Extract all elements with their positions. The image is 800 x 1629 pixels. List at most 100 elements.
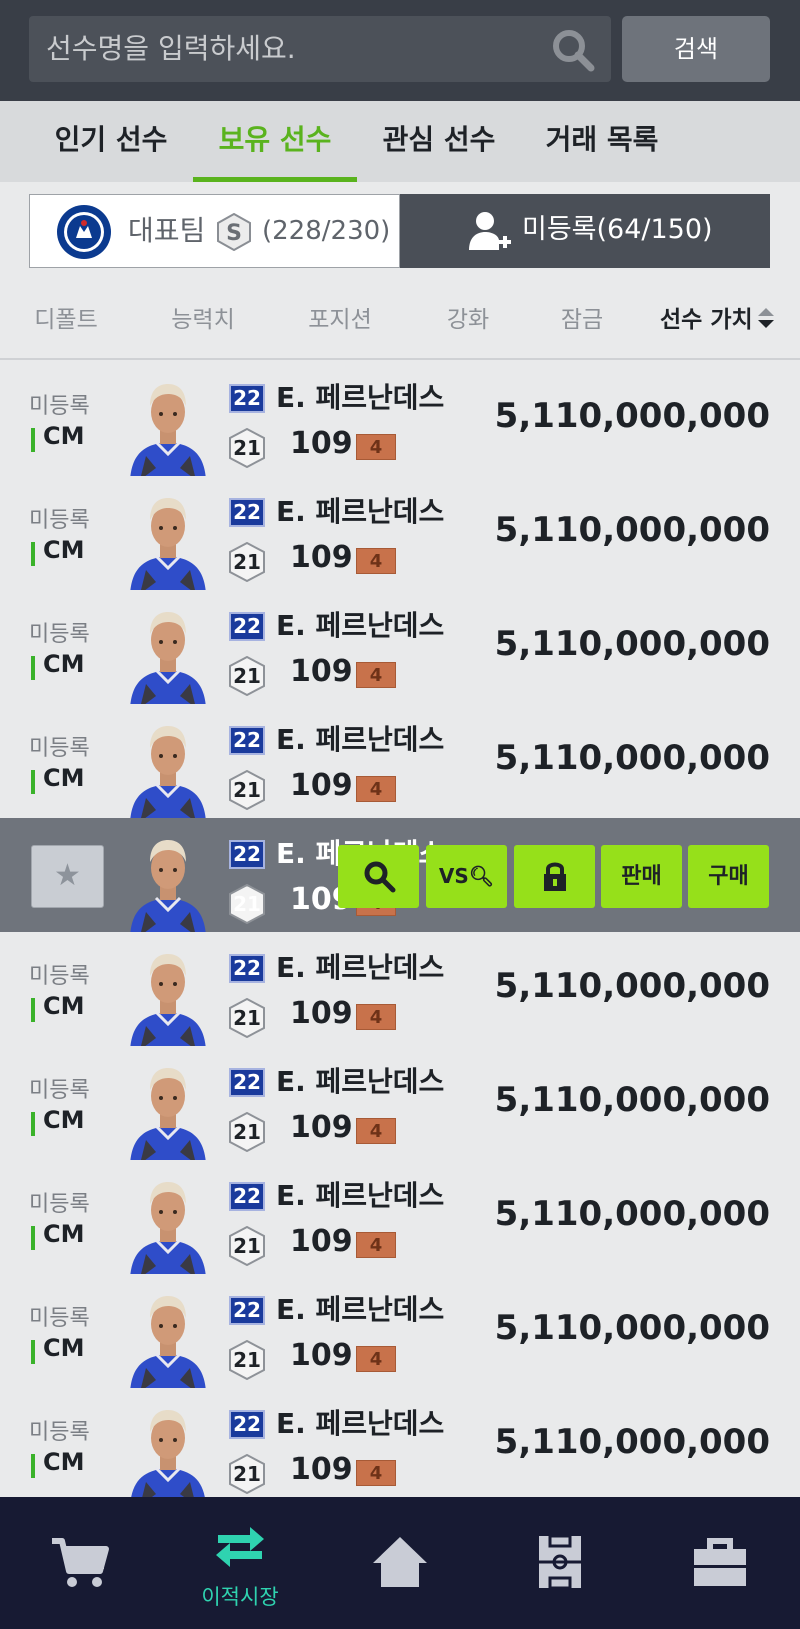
sort-ability[interactable]: 능력치 xyxy=(155,280,251,358)
player-name: E. 페르난데스 xyxy=(276,723,445,756)
player-row[interactable]: 미등록 CM 22 E. 페르난데스 21 109 4 5,110,000,000 xyxy=(0,1388,800,1497)
search-icon[interactable] xyxy=(550,27,596,73)
sort-default[interactable]: 디폴트 xyxy=(18,280,114,358)
player-portrait-container xyxy=(126,1288,210,1392)
upgrade-level-badge: 4 xyxy=(356,434,396,460)
sort-bar: 디폴트 능력치 포지션 강화 잠금 선수 가치 xyxy=(0,280,800,360)
grade-value: 21 xyxy=(233,1120,261,1144)
player-row[interactable]: 미등록 CM 22 E. 페르난데스 21 109 4 5,110,000,000 xyxy=(0,1274,800,1392)
nav-storage[interactable] xyxy=(640,1497,800,1629)
player-name: E. 페르난데스 xyxy=(276,495,445,528)
main-team-count: (228/230) xyxy=(262,216,391,246)
player-position: CM xyxy=(43,1220,85,1248)
player-portrait-container xyxy=(126,1174,210,1278)
field-icon xyxy=(539,1535,581,1589)
bottom-nav: 이적시장 xyxy=(0,1497,800,1629)
season-badge: 22 xyxy=(229,384,265,413)
sort-position[interactable]: 포지션 xyxy=(292,280,388,358)
player-row[interactable]: 미등록 CM 22 E. 페르난데스 21 109 4 5,110,000,000 xyxy=(0,932,800,1050)
player-value: 5,110,000,000 xyxy=(494,510,770,550)
search-bar: 검색 xyxy=(0,0,800,101)
player-portrait-container xyxy=(126,946,210,1050)
unregistered-button[interactable]: 미등록(64/150) xyxy=(400,194,770,268)
tab-popular-players[interactable]: 인기 선수 xyxy=(30,101,192,182)
tab-trade-list[interactable]: 거래 목록 xyxy=(520,101,684,182)
lock-button[interactable] xyxy=(514,845,595,908)
player-value: 5,110,000,000 xyxy=(494,738,770,778)
tab-owned-players[interactable]: 보유 선수 xyxy=(193,101,357,182)
main-team-button[interactable]: 대표팀 S (228/230) xyxy=(29,194,400,268)
add-user-icon xyxy=(469,212,511,250)
overall-rating: 109 xyxy=(290,768,353,803)
player-row[interactable]: 미등록 CM 22 E. 페르난데스 21 109 4 5,110,000,000 xyxy=(0,704,800,822)
nav-shop[interactable] xyxy=(0,1497,160,1629)
buy-button[interactable]: 구매 xyxy=(688,845,769,908)
star-icon: ★ xyxy=(54,858,81,893)
registration-status: 미등록 xyxy=(29,1192,90,1217)
upgrade-level-badge: 4 xyxy=(356,776,396,802)
player-row[interactable]: 미등록 CM 22 E. 페르난데스 21 109 4 5,110,000,000 xyxy=(0,476,800,594)
nav-squad[interactable] xyxy=(480,1497,640,1629)
player-position: CM xyxy=(43,650,85,678)
buy-button-label: 구매 xyxy=(708,864,749,889)
favorite-button[interactable]: ★ xyxy=(31,845,104,908)
player-row[interactable]: 미등록 CM 22 E. 페르난데스 21 109 4 5,110,000,000 xyxy=(0,1160,800,1278)
season-badge: 22 xyxy=(229,954,265,983)
tab-bar: 인기 선수 보유 선수 관심 선수 거래 목록 xyxy=(0,101,800,182)
player-portrait xyxy=(130,726,206,822)
player-portrait-container xyxy=(126,1060,210,1164)
player-row-selected[interactable]: ★22E. 페르난데스211094VS🔍︎판매구매 xyxy=(0,818,800,936)
nav-home[interactable] xyxy=(320,1497,480,1629)
nav-transfer-market[interactable]: 이적시장 xyxy=(160,1497,320,1629)
detail-search-button[interactable] xyxy=(338,845,419,908)
player-name: E. 페르난데스 xyxy=(276,1179,445,1212)
chelsea-logo xyxy=(57,205,111,259)
search-icon xyxy=(364,861,395,893)
position-color-bar xyxy=(31,1454,35,1478)
lock-icon xyxy=(543,862,566,891)
player-position: CM xyxy=(43,764,85,792)
search-input[interactable] xyxy=(29,16,611,82)
cart-icon xyxy=(52,1538,109,1587)
sort-upgrade[interactable]: 강화 xyxy=(420,280,516,358)
overall-rating: 109 xyxy=(290,996,353,1031)
home-icon xyxy=(373,1537,427,1587)
upgrade-level-badge: 4 xyxy=(356,1004,396,1030)
sell-button[interactable]: 판매 xyxy=(601,845,682,908)
season-badge: 22 xyxy=(229,498,265,527)
season-badge: 22 xyxy=(229,1068,265,1097)
player-row[interactable]: 미등록 CM 22 E. 페르난데스 21 109 4 5,110,000,000 xyxy=(0,362,800,480)
position-color-bar xyxy=(31,770,35,794)
squad-selector: 대표팀 S (228/230) 미등록(64/150) xyxy=(29,194,770,268)
main-team-label: 대표팀 xyxy=(128,214,206,247)
player-name: E. 페르난데스 xyxy=(276,609,445,642)
sort-lock[interactable]: 잠금 xyxy=(534,280,630,358)
registration-status: 미등록 xyxy=(29,1306,90,1331)
search-button[interactable]: 검색 xyxy=(622,16,770,82)
player-row[interactable]: 미등록 CM 22 E. 페르난데스 21 109 4 5,110,000,000 xyxy=(0,590,800,708)
player-value: 5,110,000,000 xyxy=(494,966,770,1006)
grade-value: 21 xyxy=(233,1234,261,1258)
position-color-bar xyxy=(31,1226,35,1250)
registration-status: 미등록 xyxy=(29,1078,90,1103)
player-position: CM xyxy=(43,1334,85,1362)
upgrade-level-badge: 4 xyxy=(356,1346,396,1372)
season-badge: 22 xyxy=(229,726,265,755)
position-color-bar xyxy=(31,998,35,1022)
upgrade-level-badge: 4 xyxy=(356,548,396,574)
player-portrait xyxy=(130,384,206,480)
overall-rating: 109 xyxy=(290,426,353,461)
player-portrait xyxy=(130,1296,206,1392)
overall-rating: 109 xyxy=(290,1338,353,1373)
season-badge: 22 xyxy=(229,1410,265,1439)
sort-player-value[interactable]: 선수 가치 xyxy=(660,280,800,358)
player-row[interactable]: 미등록 CM 22 E. 페르난데스 21 109 4 5,110,000,000 xyxy=(0,1046,800,1164)
player-position: CM xyxy=(43,992,85,1020)
tab-watch-players[interactable]: 관심 선수 xyxy=(358,101,520,182)
player-portrait-container xyxy=(126,604,210,708)
player-portrait-container xyxy=(126,376,210,480)
player-value: 5,110,000,000 xyxy=(494,1194,770,1234)
compare-button[interactable]: VS🔍︎ xyxy=(426,845,507,908)
sort-player-value-label: 선수 가치 xyxy=(660,307,753,333)
player-portrait xyxy=(130,1182,206,1278)
